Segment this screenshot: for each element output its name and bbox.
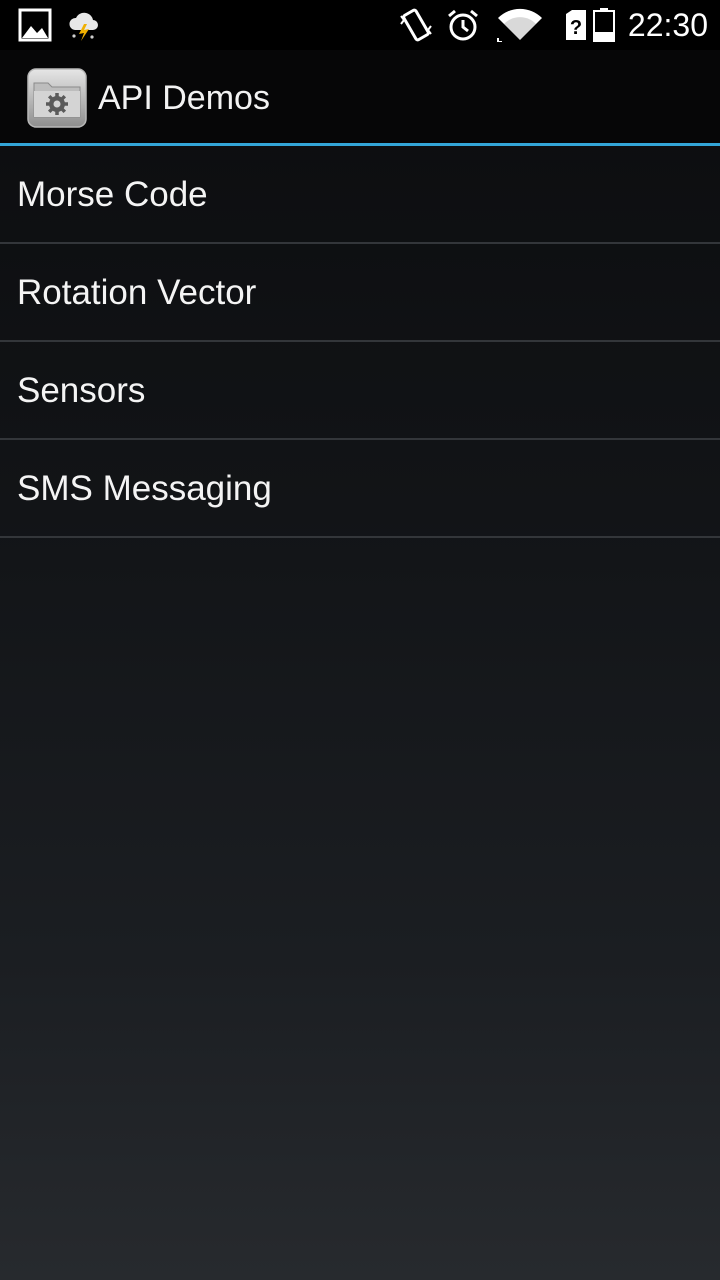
svg-text:?: ? [570,17,582,39]
list-item-sensors[interactable]: Sensors [0,342,720,440]
status-bar: ? 22:30 [0,0,720,50]
list-item-label: Rotation Vector [17,273,257,312]
settings-folder-icon[interactable] [26,67,88,129]
list-item-label: Morse Code [17,175,208,214]
demo-list: Morse Code Rotation Vector Sensors SMS M… [0,146,720,538]
clock-time: 22:30 [627,7,708,43]
list-item-sms-messaging[interactable]: SMS Messaging [0,440,720,538]
vibrate-icon [400,8,432,42]
action-bar: API Demos [0,50,720,143]
app-title: API Demos [98,79,270,117]
battery-low-icon [593,8,615,42]
list-item-morse-code[interactable]: Morse Code [0,146,720,244]
list-item-label: Sensors [17,371,146,410]
alarm-icon [448,9,478,41]
weather-storm-icon [69,12,98,41]
screen: ? 22:30 API Demos Morse Code Rotation Ve… [0,0,720,1280]
list-item-rotation-vector[interactable]: Rotation Vector [0,244,720,342]
wifi-icon [497,8,542,42]
list-item-label: SMS Messaging [17,469,272,508]
gallery-notification-icon [18,8,52,42]
sim-unknown-icon: ? [566,10,586,40]
